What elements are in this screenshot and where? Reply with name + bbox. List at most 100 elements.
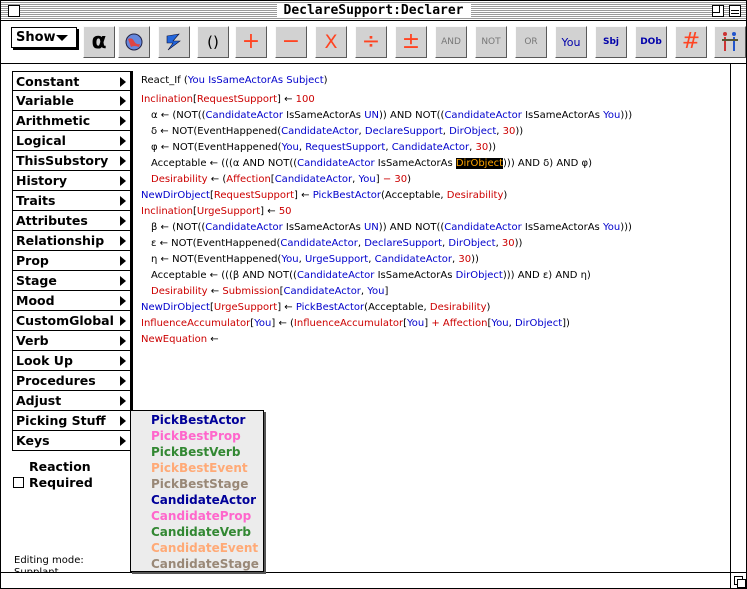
category-relationship[interactable]: Relationship (12, 231, 131, 251)
submenu-item-candidatestage[interactable]: CandidateStage (131, 556, 263, 572)
code-line[interactable]: NewDirObject[RequestSupport] ← PickBestA… (141, 188, 507, 204)
code-token[interactable]: UN (364, 110, 379, 121)
submenu-item-pickbestverb[interactable]: PickBestVerb (131, 444, 263, 460)
code-token[interactable]: DirObject (456, 270, 503, 281)
code-token[interactable]: You (367, 286, 384, 297)
code-line[interactable]: NewEquation ← (141, 332, 219, 348)
category-adjust[interactable]: Adjust (12, 391, 131, 411)
category-traits[interactable]: Traits (12, 191, 131, 211)
vertical-scrollbar[interactable] (730, 64, 746, 572)
required-checkbox[interactable] (13, 477, 24, 488)
selected-token[interactable]: DirObject (455, 158, 504, 169)
not-button[interactable]: NOT (475, 26, 507, 58)
horizontal-scrollbar[interactable] (1, 572, 730, 588)
category-thissubstory[interactable]: ThisSubstory (12, 151, 131, 171)
code-line[interactable]: React_If (You IsSameActorAs Subject) (141, 73, 328, 89)
code-token[interactable]: PickBestActor (313, 190, 381, 201)
category-constant[interactable]: Constant (12, 71, 131, 91)
and-button[interactable]: AND (435, 26, 467, 58)
code-token[interactable]: CandidateActor (297, 270, 374, 281)
code-token[interactable]: You (603, 110, 620, 121)
code-line[interactable]: NewDirObject[UrgeSupport] ← PickBestActo… (141, 300, 490, 316)
code-token[interactable]: Submission (222, 286, 279, 297)
code-token[interactable]: You (603, 222, 620, 233)
code-token[interactable]: CandidateActor (206, 110, 283, 121)
you-button[interactable]: You (555, 26, 587, 58)
code-token[interactable]: You (491, 318, 508, 329)
zoom-box[interactable] (712, 5, 724, 17)
category-look-up[interactable]: Look Up (12, 351, 131, 371)
code-token[interactable]: 30 (476, 142, 489, 153)
code-token[interactable]: CandidateActor (444, 110, 521, 121)
submenu-item-candidateprop[interactable]: CandidateProp (131, 508, 263, 524)
submenu-item-pickbestactor[interactable]: PickBestActor (131, 412, 263, 428)
code-token[interactable]: CandidateActor (281, 126, 358, 137)
code-token[interactable]: You (254, 318, 271, 329)
submenu-item-candidateactor[interactable]: CandidateActor (131, 492, 263, 508)
code-token[interactable]: RequestSupport (197, 94, 277, 105)
code-token[interactable]: − 30 (383, 174, 407, 185)
code-token[interactable]: DirObject (449, 126, 496, 137)
code-token[interactable]: Desirability (151, 286, 208, 297)
code-token[interactable]: You (282, 142, 299, 153)
code-line[interactable]: α ← (NOT((CandidateActor IsSameActorAs U… (151, 108, 632, 124)
code-token[interactable]: PickBestActor (296, 302, 364, 313)
code-line[interactable]: η ← NOT(EventHappened(You, UrgeSupport, … (151, 252, 479, 268)
number-button[interactable]: # (675, 26, 707, 58)
category-history[interactable]: History (12, 171, 131, 191)
or-button[interactable]: OR (515, 26, 547, 58)
code-token[interactable]: UN (364, 222, 379, 233)
code-token[interactable]: Desirability (151, 174, 208, 185)
divide-button[interactable]: ÷ (355, 26, 387, 58)
code-token[interactable]: CandidateActor (275, 174, 352, 185)
code-token[interactable]: CandidateActor (392, 142, 469, 153)
minus-button[interactable]: − (275, 26, 307, 58)
code-token[interactable]: Inclination (141, 94, 193, 105)
category-verb[interactable]: Verb (12, 331, 131, 351)
submenu-item-candidateevent[interactable]: CandidateEvent (131, 540, 263, 556)
figures-button[interactable] (714, 26, 746, 58)
code-token[interactable]: DeclareSupport (365, 126, 443, 137)
code-line[interactable]: Desirability ← Submission[CandidateActor… (151, 284, 388, 300)
category-arithmetic[interactable]: Arithmetic (12, 111, 131, 131)
code-token[interactable]: + Affection (431, 318, 487, 329)
category-procedures[interactable]: Procedures (12, 371, 131, 391)
category-variable[interactable]: Variable (12, 91, 131, 111)
code-line[interactable]: Inclination[UrgeSupport] ← 50 (141, 204, 292, 220)
category-picking-stuff[interactable]: Picking Stuff (12, 411, 131, 431)
close-box[interactable] (8, 5, 20, 17)
code-line[interactable]: ε ← NOT(EventHappened(CandidateActor, De… (151, 236, 522, 252)
code-line[interactable]: Desirability ← (Affection[CandidateActor… (151, 172, 411, 188)
code-token[interactable]: You (188, 75, 205, 86)
code-token[interactable]: CandidateActor (280, 238, 357, 249)
code-token[interactable]: InfluenceAccumulator (141, 318, 250, 329)
code-token[interactable]: DeclareSupport (364, 238, 442, 249)
code-line[interactable]: InfluenceAccumulator[You] ← (InfluenceAc… (141, 316, 570, 332)
code-token[interactable]: NewDirObject (141, 302, 210, 313)
code-token[interactable]: RequestSupport (305, 142, 385, 153)
code-token[interactable]: CandidateActor (297, 158, 374, 169)
globe-button[interactable] (118, 26, 150, 58)
code-token[interactable]: DirObject (515, 318, 562, 329)
submenu-item-pickbestprop[interactable]: PickBestProp (131, 428, 263, 444)
code-line[interactable]: Acceptable ← (((α AND NOT((CandidateActo… (151, 156, 592, 172)
code-token[interactable]: 50 (279, 206, 292, 217)
code-token[interactable]: InfluenceAccumulator (294, 318, 403, 329)
code-token[interactable]: Affection (226, 174, 271, 185)
code-token[interactable]: 30 (502, 238, 515, 249)
code-token[interactable]: Desirability (430, 302, 487, 313)
code-token[interactable]: UrgeSupport (197, 206, 260, 217)
times-button[interactable]: X (315, 26, 347, 58)
code-token[interactable]: 30 (458, 254, 471, 265)
dirobject-button[interactable]: DOb (635, 26, 667, 58)
code-token[interactable]: IsSameActorAs (208, 75, 283, 86)
code-line[interactable]: Acceptable ← (((β AND NOT((CandidateActo… (151, 268, 591, 284)
code-token[interactable]: CandidateActor (444, 222, 521, 233)
code-token[interactable]: You (407, 318, 424, 329)
code-line[interactable]: Inclination[RequestSupport] ← 100 (141, 92, 315, 108)
code-token[interactable]: Inclination (141, 206, 193, 217)
code-token[interactable]: Subject (286, 75, 323, 86)
category-logical[interactable]: Logical (12, 131, 131, 151)
code-token[interactable]: NewEquation (141, 334, 207, 345)
code-token[interactable]: NewDirObject (141, 190, 210, 201)
